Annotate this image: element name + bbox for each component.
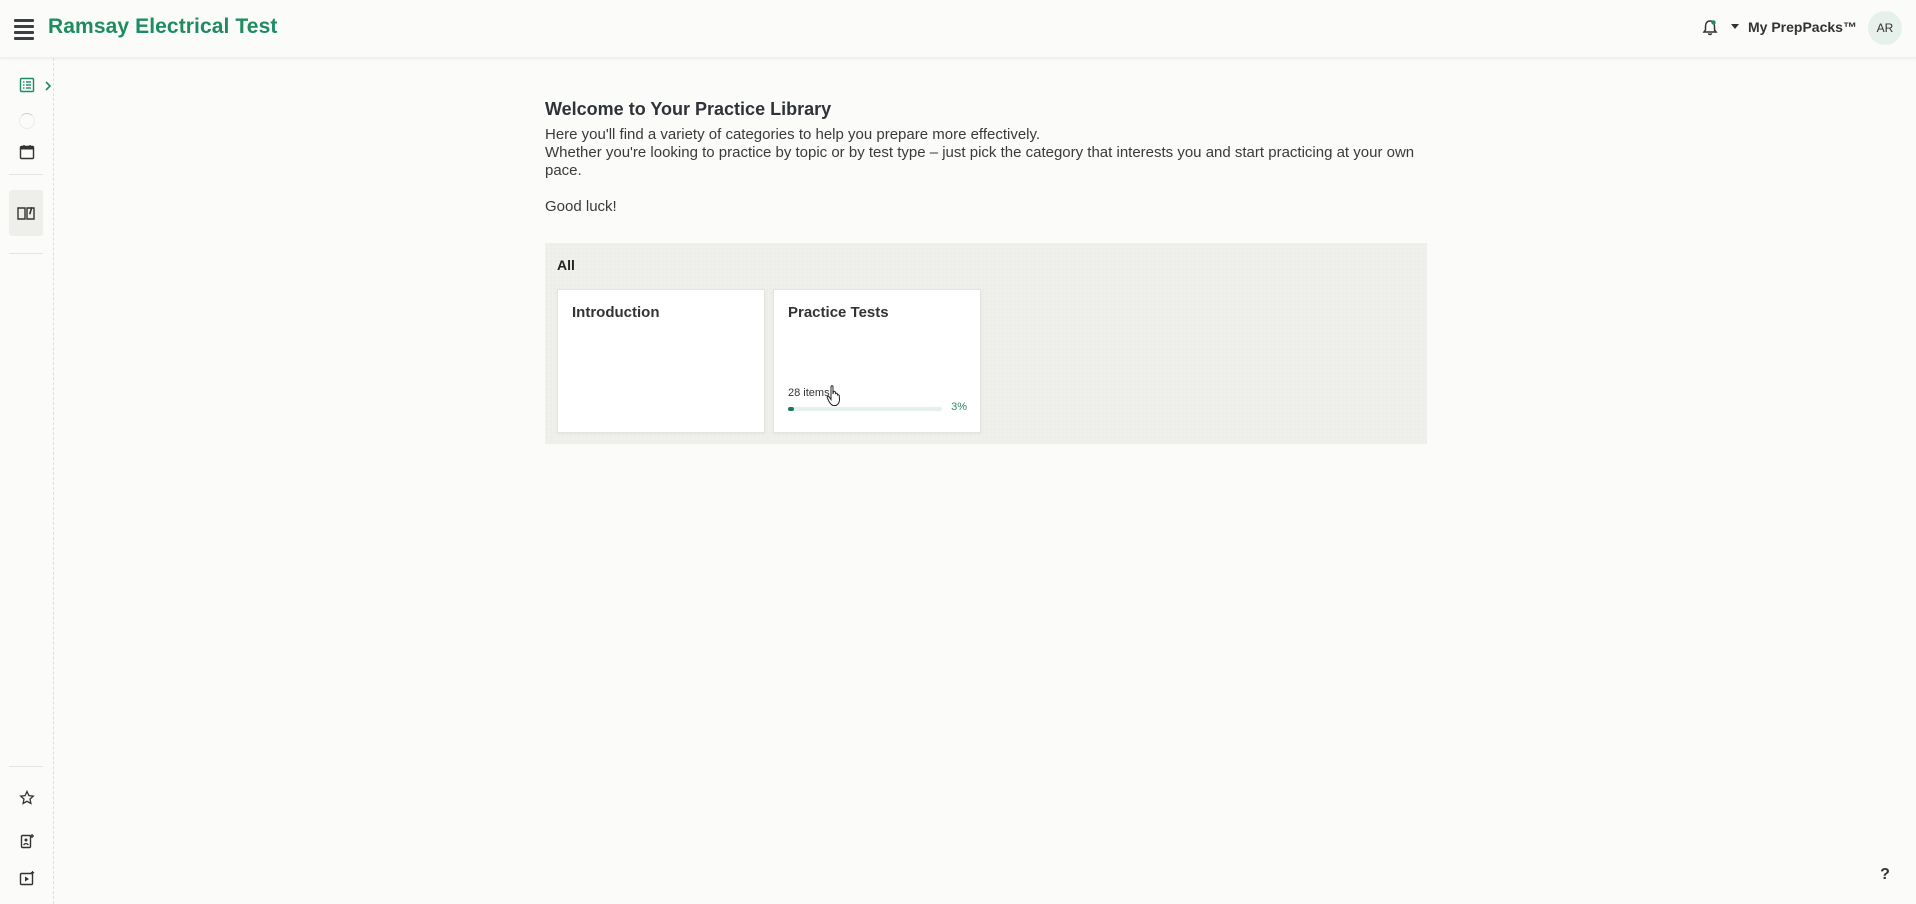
menu-icon[interactable] xyxy=(14,19,34,40)
video-icon[interactable] xyxy=(12,863,42,893)
progress-fill xyxy=(788,407,795,411)
loading-spinner xyxy=(19,113,35,129)
app-title[interactable]: Ramsay Electrical Test xyxy=(48,15,277,39)
card-title: Practice Tests xyxy=(788,304,889,321)
top-bar: Ramsay Electrical Test My PrepPacks™ AR xyxy=(0,0,1916,58)
bell-icon[interactable] xyxy=(1701,18,1719,38)
help-button[interactable]: ? xyxy=(1874,864,1896,886)
list-icon[interactable] xyxy=(12,70,42,100)
document-add-icon[interactable] xyxy=(12,826,42,856)
progress-bar xyxy=(788,407,942,411)
intro-line: Here you'll find a variety of categories… xyxy=(545,126,1041,143)
star-icon[interactable] xyxy=(12,783,42,813)
chevron-right-icon[interactable] xyxy=(42,79,54,93)
book-icon[interactable] xyxy=(9,190,43,236)
main-content: Welcome to Your Practice Library Here yo… xyxy=(545,98,1427,216)
cursor-icon xyxy=(826,385,842,407)
closing-text: Good luck! xyxy=(545,198,617,215)
left-rail xyxy=(0,58,54,904)
progress-percent: 3% xyxy=(951,401,967,413)
category-card-introduction[interactable]: Introduction xyxy=(557,289,765,433)
my-preppacks-menu[interactable]: My PrepPacks™ xyxy=(1748,19,1857,35)
category-group: All Introduction Practice Tests 28 items… xyxy=(545,243,1427,444)
rail-divider xyxy=(9,253,43,254)
page-title: Welcome to Your Practice Library xyxy=(545,99,832,119)
caret-down-icon[interactable] xyxy=(1731,24,1739,29)
intro-line: Whether you're looking to practice by to… xyxy=(545,144,1415,179)
calendar-icon[interactable] xyxy=(12,137,42,167)
rail-divider xyxy=(9,766,43,767)
intro-text: Here you'll find a variety of categories… xyxy=(545,126,1427,216)
category-group-label: All xyxy=(557,257,575,273)
rail-divider xyxy=(9,174,43,175)
card-title: Introduction xyxy=(572,304,660,321)
item-count: 28 items xyxy=(788,387,830,399)
category-card-practice-tests[interactable]: Practice Tests 28 items 3% xyxy=(773,289,981,433)
avatar[interactable]: AR xyxy=(1868,11,1902,45)
